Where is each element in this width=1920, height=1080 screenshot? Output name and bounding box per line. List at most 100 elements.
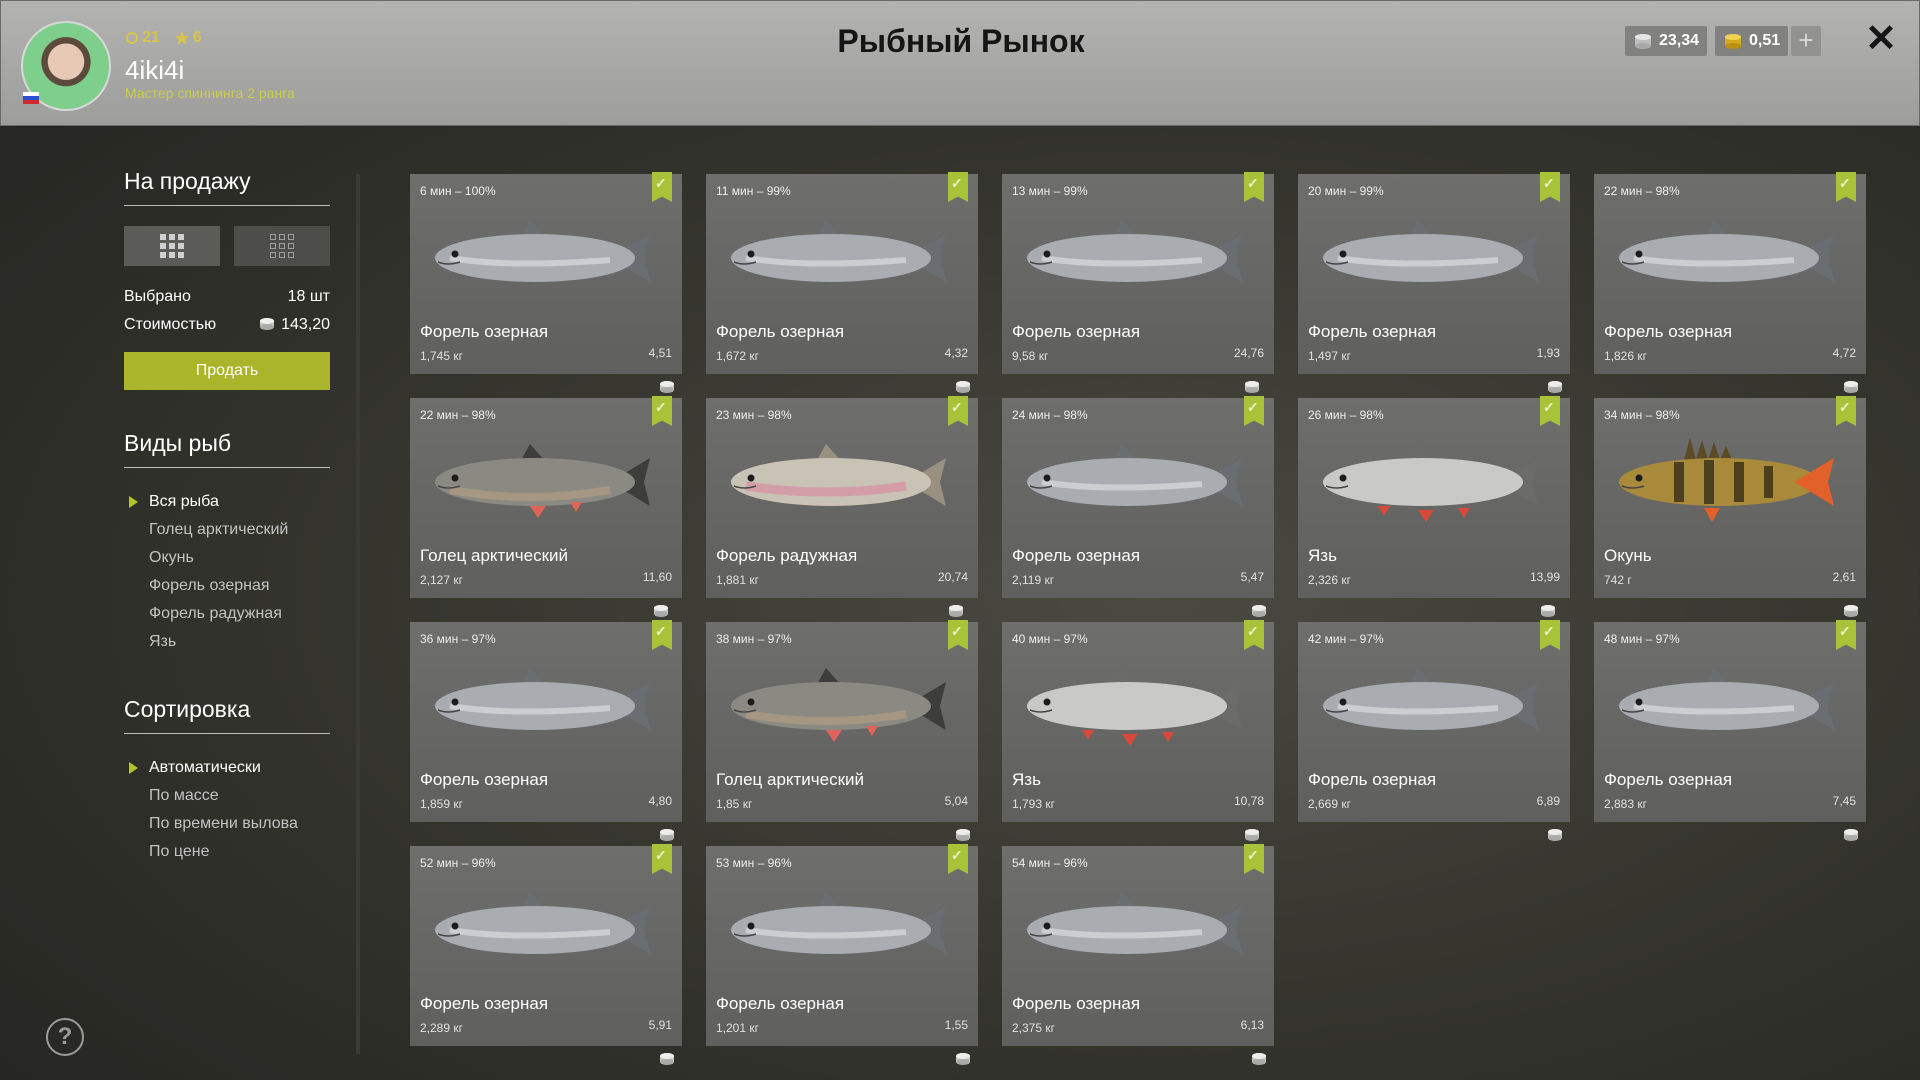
help-button[interactable]: ? [46, 1018, 84, 1056]
silver-coins-icon [659, 381, 674, 393]
fish-name: Форель озерная [1308, 770, 1437, 789]
fish-card[interactable]: 52 мин – 96% Форель озерная 2,289 кг 5,91 [410, 844, 682, 1065]
sort-option-item[interactable]: По времени вылова [124, 810, 330, 838]
selected-check-icon[interactable] [948, 396, 968, 426]
fish-card[interactable]: 42 мин – 97% Форель озерная 2,669 кг 6,89 [1298, 620, 1570, 841]
cost-label: Стоимостью [124, 316, 217, 333]
fish-card[interactable]: 11 мин – 99% Форель озерная 1,672 кг 4,32 [706, 172, 978, 393]
selected-check-icon[interactable] [1244, 396, 1264, 426]
trout-fish-icon [1027, 892, 1242, 954]
grid-view-button[interactable] [124, 226, 220, 266]
fish-price: 7,45 [1833, 794, 1858, 841]
selected-check-icon[interactable] [1540, 620, 1560, 650]
rainbow-fish-icon [731, 444, 946, 506]
fish-card[interactable]: 40 мин – 97% Язь 1,793 кг 10,78 [1002, 620, 1274, 841]
fish-weight: 1,826 кг [1604, 349, 1647, 363]
fish-card[interactable]: 23 мин – 98% Форель радужная 1,881 кг 20,74 [706, 396, 978, 617]
price-value: 4,32 [944, 346, 968, 360]
species-filter-item[interactable]: Окунь [124, 544, 330, 572]
fish-card[interactable]: 48 мин – 97% Форель озерная 2,883 кг 7,45 [1594, 620, 1866, 841]
sort-option-item[interactable]: По цене [124, 838, 330, 866]
fish-card[interactable]: 54 мин – 96% Форель озерная 2,375 кг 6,13 [1002, 844, 1274, 1065]
fish-name: Форель озерная [420, 994, 549, 1013]
silver-coins-icon [653, 605, 668, 617]
fish-name: Окунь [1604, 546, 1652, 565]
fish-card[interactable]: 26 мин – 98% Язь 2,326 кг 13,99 [1298, 396, 1570, 617]
silver-coins-icon [659, 829, 674, 841]
species-filter-item[interactable]: Вся рыба [124, 488, 330, 516]
top-bar: 21 6 4iki4i Мастер спиннинга 2 ранга Рыб… [0, 0, 1920, 126]
grid-icon [160, 234, 184, 258]
selected-check-icon[interactable] [948, 172, 968, 202]
selected-check-icon[interactable] [1540, 396, 1560, 426]
sort-option-item[interactable]: По массе [124, 782, 330, 810]
fish-card[interactable]: 6 мин – 100% Форель озерная 1,745 кг 4,51 [410, 172, 682, 393]
sort-option-item[interactable]: Автоматически [124, 754, 330, 782]
fish-price: 1,93 [1537, 346, 1562, 393]
selected-check-icon[interactable] [652, 172, 672, 202]
silver-value: 23,34 [1659, 32, 1700, 49]
selected-check-icon[interactable] [1836, 620, 1856, 650]
fish-price: 6,89 [1537, 794, 1562, 841]
species-section-title: Виды рыб [124, 430, 330, 468]
catch-time: 6 мин – 100% [420, 184, 496, 198]
selected-check-icon[interactable] [1244, 844, 1264, 874]
fish-weight: 1,201 кг [716, 1021, 759, 1035]
selected-check-icon[interactable] [948, 620, 968, 650]
fish-card[interactable]: 34 мин – 98% Окунь 742 г 2,61 [1594, 396, 1866, 617]
catch-time: 48 мин – 97% [1604, 632, 1680, 646]
selected-check-icon[interactable] [652, 844, 672, 874]
silver-coins-icon [1843, 381, 1858, 393]
species-filter-item[interactable]: Язь [124, 628, 330, 656]
fish-name: Форель озерная [1012, 546, 1141, 565]
catch-time: 26 мин – 98% [1308, 408, 1384, 422]
selected-check-icon[interactable] [1836, 172, 1856, 202]
compact-grid-view-button[interactable] [234, 226, 330, 266]
silver-coins-icon [260, 318, 275, 330]
catch-time: 11 мин – 99% [716, 184, 791, 198]
species-filter-item[interactable]: Голец арктический [124, 516, 330, 544]
fish-card[interactable]: 20 мин – 99% Форель озерная 1,497 кг 1,93 [1298, 172, 1570, 393]
fish-name: Форель озерная [1604, 770, 1733, 789]
species-filter-item[interactable]: Форель радужная [124, 600, 330, 628]
silver-coins-icon [1843, 829, 1858, 841]
price-value: 5,47 [1240, 570, 1264, 584]
silver-coins-icon [1251, 1053, 1266, 1065]
selected-check-icon[interactable] [1244, 620, 1264, 650]
fish-name: Форель озерная [716, 994, 845, 1013]
selected-check-icon[interactable] [1244, 172, 1264, 202]
selected-check-icon[interactable] [652, 620, 672, 650]
char-fish-icon [731, 668, 946, 742]
fish-price: 6,13 [1241, 1018, 1266, 1065]
fish-weight: 2,127 кг [420, 573, 463, 587]
sell-button[interactable]: Продать [124, 352, 330, 390]
silver-coins-icon [1540, 605, 1555, 617]
close-button[interactable]: ✕ [1863, 19, 1899, 59]
fish-price: 20,74 [938, 570, 968, 617]
selected-check-icon[interactable] [652, 396, 672, 426]
silver-coins-icon [955, 829, 970, 841]
fish-card[interactable]: 24 мин – 98% Форель озерная 2,119 кг 5,47 [1002, 396, 1274, 617]
gold-balance: 0,51 [1715, 26, 1789, 56]
fish-card[interactable]: 22 мин – 98% Форель озерная 1,826 кг 4,72 [1594, 172, 1866, 393]
catch-time: 53 мин – 96% [716, 856, 792, 870]
fish-name: Голец арктический [716, 770, 865, 789]
selected-check-icon[interactable] [948, 844, 968, 874]
fish-price: 4,72 [1832, 346, 1858, 393]
catch-time: 22 мин – 98% [420, 408, 496, 422]
fish-card[interactable]: 13 мин – 99% Форель озерная 9,58 кг 24,76 [1002, 172, 1274, 393]
selected-check-icon[interactable] [1836, 396, 1856, 426]
fish-weight: 742 г [1604, 573, 1632, 587]
catch-time: 38 мин – 97% [716, 632, 792, 646]
selected-check-icon[interactable] [1540, 172, 1560, 202]
add-currency-button[interactable]: + [1791, 26, 1821, 56]
fish-card[interactable]: 38 мин – 97% Голец арктический 1,85 кг 5,04 [706, 620, 978, 841]
fish-card[interactable]: 22 мин – 98% Голец арктический 2,127 кг 11,… [410, 396, 682, 617]
trout-fish-icon [1323, 668, 1538, 730]
species-filter-item[interactable]: Форель озерная [124, 572, 330, 600]
fish-card[interactable]: 53 мин – 96% Форель озерная 1,201 кг 1,55 [706, 844, 978, 1065]
price-value: 4,72 [1832, 346, 1856, 360]
fish-price: 4,32 [944, 346, 970, 393]
fish-card[interactable]: 36 мин – 97% Форель озерная 1,859 кг 4,80 [410, 620, 682, 841]
outline-grid-icon [270, 234, 294, 258]
